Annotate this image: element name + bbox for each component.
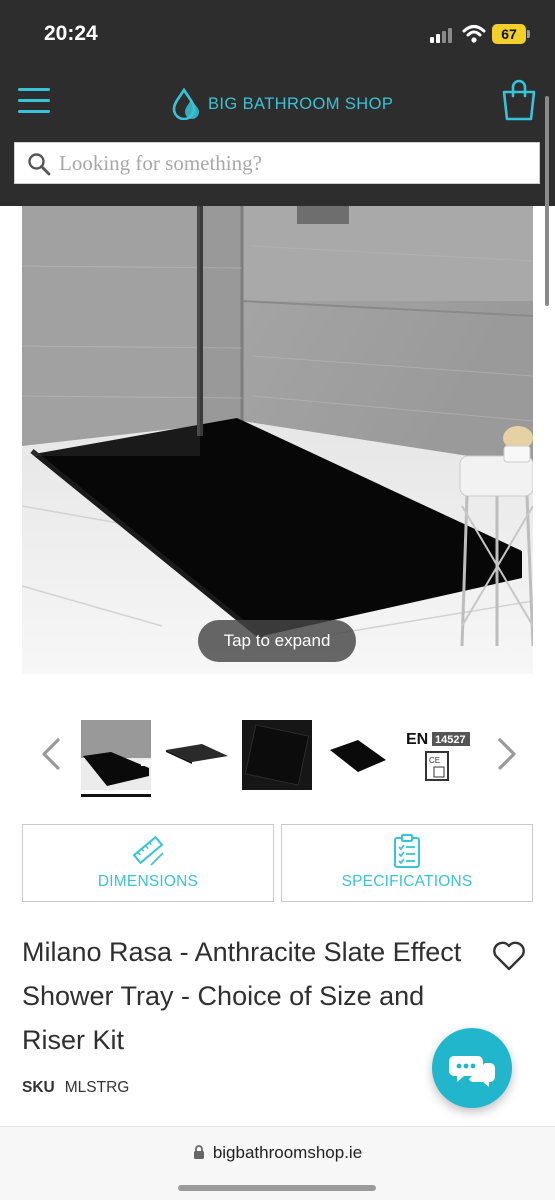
thumbnail-tray-angle — [162, 720, 232, 790]
sku-label: SKU — [22, 1079, 55, 1096]
chevron-left-icon[interactable] — [38, 736, 64, 772]
specifications-label: SPECIFICATIONS — [341, 873, 473, 890]
brand-logo[interactable]: BIG BATHROOM SHOP — [172, 88, 393, 120]
cert-mark: EN — [406, 731, 428, 748]
thumbnail-active-indicator — [81, 794, 151, 797]
status-time: 20:24 — [44, 22, 98, 45]
sku-row: SKU MLSTRG — [22, 1079, 129, 1097]
tap-to-expand-hint[interactable]: Tap to expand — [198, 620, 356, 662]
ruler-icon — [132, 835, 164, 866]
shopping-bag-icon[interactable] — [500, 78, 538, 122]
thumbnail-tray-flat — [324, 720, 394, 790]
menu-button[interactable] — [18, 88, 50, 114]
heart-icon[interactable] — [492, 940, 526, 972]
browser-address-bar[interactable]: bigbathroomshop.ie — [0, 1126, 555, 1200]
thumbnail-shower-scene — [81, 720, 151, 790]
shower-tray-photo — [22, 206, 533, 674]
battery-indicator: 67 — [492, 24, 530, 44]
thumbnail-1[interactable] — [81, 720, 151, 790]
clipboard-checklist-icon — [394, 834, 420, 868]
dimensions-button[interactable]: DIMENSIONS — [22, 824, 274, 902]
search-icon — [28, 153, 51, 176]
chat-bubbles-icon — [449, 1056, 495, 1087]
thumbnail-4[interactable] — [324, 720, 394, 790]
dimensions-label: DIMENSIONS — [97, 873, 199, 890]
thumbnail-5-certification[interactable]: EN 14527 CE — [404, 720, 474, 790]
wifi-icon — [462, 25, 486, 43]
product-main-image[interactable] — [22, 206, 533, 674]
specifications-button[interactable]: SPECIFICATIONS — [281, 824, 533, 902]
svg-text:CE: CE — [429, 756, 440, 765]
thumbnail-3[interactable] — [242, 720, 312, 790]
lock-icon — [193, 1145, 204, 1159]
thumbnail-2[interactable] — [162, 720, 232, 790]
chevron-right-icon[interactable] — [494, 736, 520, 772]
thumbnail-tray-top — [242, 720, 312, 790]
sku-value: MLSTRG — [64, 1079, 130, 1096]
app-header: 20:24 67 BIG BATHROOM SHOP — [0, 0, 555, 206]
brand-name: BIG BATHROOM SHOP — [208, 94, 394, 113]
search-input[interactable] — [59, 143, 529, 183]
cellular-signal-icon — [430, 27, 456, 43]
home-indicator[interactable] — [178, 1185, 376, 1191]
live-chat-button[interactable] — [432, 1028, 512, 1108]
certification-thumbnail: EN 14527 CE — [404, 720, 474, 790]
url-text: bigbathroomshop.ie — [212, 1143, 363, 1162]
search-bar[interactable] — [14, 142, 540, 184]
page-scrollbar[interactable] — [545, 96, 549, 306]
product-title: Milano Rasa - Anthracite Slate Effect Sh… — [22, 937, 462, 1055]
cert-code: 14527 — [435, 734, 466, 746]
droplet-logo-icon — [172, 88, 199, 120]
